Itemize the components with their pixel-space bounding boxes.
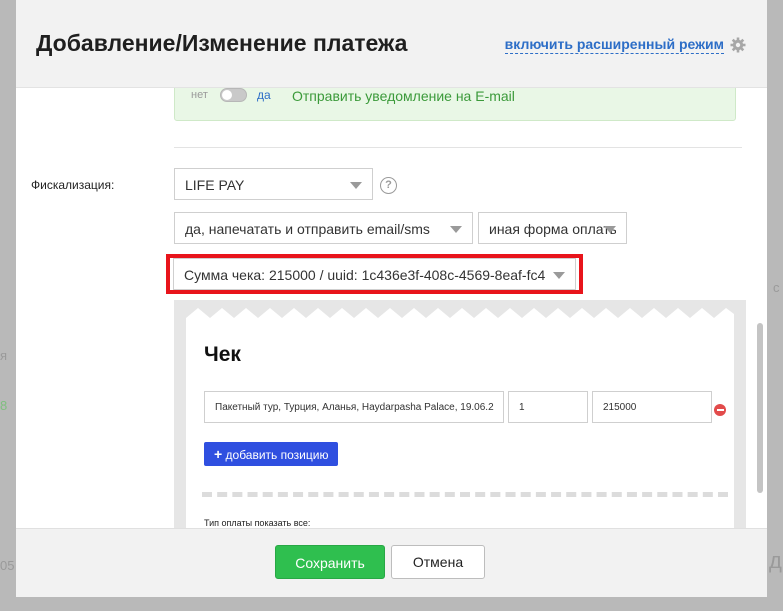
email-notify-toggle[interactable] — [220, 88, 247, 102]
payment-type-label: Тип оплаты — [204, 518, 253, 528]
highlight-box — [166, 254, 583, 294]
background-page-fragment: 8 — [0, 398, 8, 413]
background-page-fragment: я — [0, 348, 8, 363]
modal-title: Добавление/Изменение платежа — [36, 30, 408, 56]
scrollbar-thumb[interactable] — [757, 323, 763, 493]
show-all-link[interactable]: показать все: — [255, 518, 311, 528]
payment-form-select[interactable]: иная форма оплаты — [478, 212, 627, 244]
background-page-fragment: д — [769, 548, 782, 573]
item-price-input[interactable]: 215000 — [592, 391, 712, 423]
plus-icon: + — [214, 446, 223, 462]
modal-header: Добавление/Изменение платежа включить ра… — [16, 0, 767, 88]
cancel-button[interactable]: Отмена — [391, 545, 485, 579]
receipt-panel: Чек Пакетный тур, Турция, Аланья, Haydar… — [174, 300, 746, 528]
add-position-label: добавить позицию — [225, 448, 329, 462]
chevron-down-icon — [604, 226, 616, 233]
notification-panel: нет да Отправить уведомление на E-mail — [174, 88, 736, 121]
save-button[interactable]: Сохранить — [275, 545, 385, 579]
receipt-paper: Чек Пакетный тур, Турция, Аланья, Haydar… — [186, 330, 734, 528]
gear-icon[interactable] — [730, 37, 746, 53]
item-quantity-input[interactable]: 1 — [508, 391, 588, 423]
receipt-dashed-separator — [202, 492, 728, 497]
modal-body: нет да Отправить уведомление на E-mail Ф… — [16, 88, 767, 528]
help-icon[interactable]: ? — [380, 177, 397, 194]
background-page-fragment: с — [773, 280, 780, 295]
chevron-down-icon — [450, 226, 462, 233]
toggle-on-label: да — [257, 88, 271, 102]
email-notification-text: Отправить уведомление на E-mail — [292, 88, 515, 104]
payment-type-row: Тип оплаты показать все: — [204, 518, 310, 528]
toggle-off-label: нет — [191, 89, 208, 101]
receipt-title: Чек — [204, 343, 241, 366]
chevron-down-icon — [350, 182, 362, 189]
payment-form-value: иная форма оплаты — [489, 221, 616, 237]
fiscal-provider-value: LIFE PAY — [185, 177, 245, 193]
advanced-mode-link[interactable]: включить расширенный режим — [504, 36, 724, 54]
payment-modal: Добавление/Изменение платежа включить ра… — [16, 0, 767, 597]
receipt-zigzag-edge — [186, 308, 734, 332]
fiscal-provider-select[interactable]: LIFE PAY — [174, 168, 373, 200]
print-option-value: да, напечатать и отправить email/sms — [185, 221, 430, 237]
item-name-input[interactable]: Пакетный тур, Турция, Аланья, Haydarpash… — [204, 391, 504, 423]
print-option-select[interactable]: да, напечатать и отправить email/sms — [174, 212, 473, 244]
section-divider — [174, 147, 742, 148]
background-page-fragment: 05 — [0, 558, 15, 573]
remove-item-icon[interactable] — [714, 404, 726, 416]
modal-footer: Сохранить Отмена — [16, 528, 767, 597]
fiscalization-label: Фискализация: — [31, 178, 115, 192]
add-position-button[interactable]: + добавить позицию — [204, 442, 339, 466]
toggle-knob — [222, 90, 232, 100]
